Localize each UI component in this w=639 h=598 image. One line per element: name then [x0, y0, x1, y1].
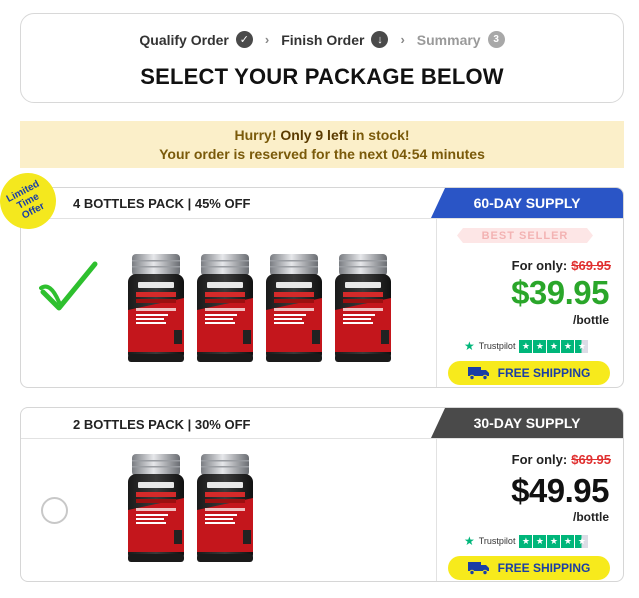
for-only-label: For only: [511, 258, 568, 273]
trustpilot-star-icon: ★ [464, 339, 475, 353]
package-radio[interactable] [41, 497, 68, 524]
product-bottles [124, 452, 257, 564]
trustpilot-label: Trustpilot [478, 536, 516, 546]
supply-tab: 30-DAY SUPPLY [431, 408, 623, 438]
star-icon: ★ [533, 534, 547, 548]
trustpilot-rating: ★ Trustpilot ★ ★ ★ ★ ★ [464, 534, 589, 548]
star-icon: ★ [533, 339, 547, 353]
download-circle-icon: ↓ [371, 31, 389, 48]
free-shipping-badge: FREE SHIPPING [448, 556, 610, 580]
package-card-2-bottles[interactable]: 2 BOTTLES PACK | 30% OFF 30-DAY SUPPLY F… [20, 407, 624, 582]
for-only-row: For only: $69.95 [512, 258, 611, 273]
bottle-image [128, 254, 184, 362]
free-shipping-badge: FREE SHIPPING [448, 361, 610, 385]
reservation-text: Your order is reserved for the next [159, 146, 392, 162]
number-circle-icon: 3 [487, 31, 505, 48]
truck-icon [467, 367, 489, 380]
stock-count: Only 9 left [280, 127, 349, 143]
truck-icon [467, 562, 489, 575]
step-summary: Summary 3 [417, 31, 505, 48]
star-icon: ★ [519, 534, 533, 548]
best-seller-ribbon: BEST SELLER [457, 228, 593, 243]
bottle-image [197, 454, 253, 562]
for-only-row: For only: $69.95 [512, 452, 611, 467]
check-circle-icon: ✓ [235, 31, 253, 48]
bottle-image [197, 254, 253, 362]
trustpilot-star-icon: ★ [464, 534, 475, 548]
stock-text: Hurry! [234, 127, 281, 143]
product-bottles [124, 252, 395, 364]
bottle-image [128, 454, 184, 562]
checkout-progress-card: Qualify Order ✓ › Finish Order ↓ › Summa… [20, 13, 624, 103]
shipping-label: FREE SHIPPING [497, 561, 591, 575]
step-label: Finish Order [281, 31, 365, 48]
bottle-image [335, 254, 391, 362]
page-title: SELECT YOUR PACKAGE BELOW [140, 64, 504, 89]
reservation-line: Your order is reserved for the next 04:5… [20, 145, 624, 164]
star-half-icon: ★ [575, 534, 589, 548]
bottle-image [266, 254, 322, 362]
star-icon: ★ [547, 534, 561, 548]
trustpilot-stars: ★ ★ ★ ★ ★ [519, 339, 589, 353]
package-title: 4 BOTTLES PACK | 45% OFF [73, 196, 251, 211]
trustpilot-rating: ★ Trustpilot ★ ★ ★ ★ ★ [464, 339, 589, 353]
star-icon: ★ [561, 534, 575, 548]
package-title: 2 BOTTLES PACK | 30% OFF [73, 417, 251, 432]
selected-check-icon[interactable] [39, 258, 99, 318]
trustpilot-stars: ★ ★ ★ ★ ★ [519, 534, 589, 548]
countdown-timer: 04:54 [391, 146, 428, 162]
for-only-label: For only: [511, 452, 568, 467]
shipping-label: FREE SHIPPING [497, 366, 591, 380]
unit-price: $49.95 [511, 472, 609, 509]
old-price: $69.95 [571, 452, 611, 467]
reservation-text: minutes [427, 146, 485, 162]
unit-price: $39.95 [511, 274, 609, 311]
old-price: $69.95 [571, 258, 611, 273]
chevron-right-icon: › [264, 32, 270, 47]
star-half-icon: ★ [575, 339, 589, 353]
package-card-4-bottles[interactable]: 4 BOTTLES PACK | 45% OFF 60-DAY SUPPLY B… [20, 187, 624, 388]
per-bottle-label: /bottle [573, 510, 609, 524]
chevron-right-icon: › [400, 32, 405, 47]
star-icon: ★ [561, 339, 575, 353]
price-column: For only: $69.95 $49.95 /bottle ★ Trustpi… [436, 438, 623, 581]
per-bottle-label: /bottle [573, 313, 609, 327]
star-icon: ★ [547, 339, 561, 353]
step-finish-order: Finish Order ↓ [281, 31, 389, 48]
step-label: Qualify Order [139, 31, 229, 48]
star-icon: ★ [519, 339, 533, 353]
price-column: BEST SELLER For only: $69.95 $39.95 /bott… [436, 218, 623, 387]
stock-text: in stock! [348, 127, 410, 143]
step-qualify-order: Qualify Order ✓ [139, 31, 253, 48]
checkout-steps: Qualify Order ✓ › Finish Order ↓ › Summa… [21, 31, 623, 48]
step-label: Summary [416, 31, 481, 48]
stock-line: Hurry! Only 9 left in stock! [20, 126, 624, 145]
supply-tab: 60-DAY SUPPLY [431, 188, 623, 218]
trustpilot-label: Trustpilot [478, 341, 516, 351]
stock-urgency-banner: Hurry! Only 9 left in stock! Your order … [20, 121, 624, 168]
